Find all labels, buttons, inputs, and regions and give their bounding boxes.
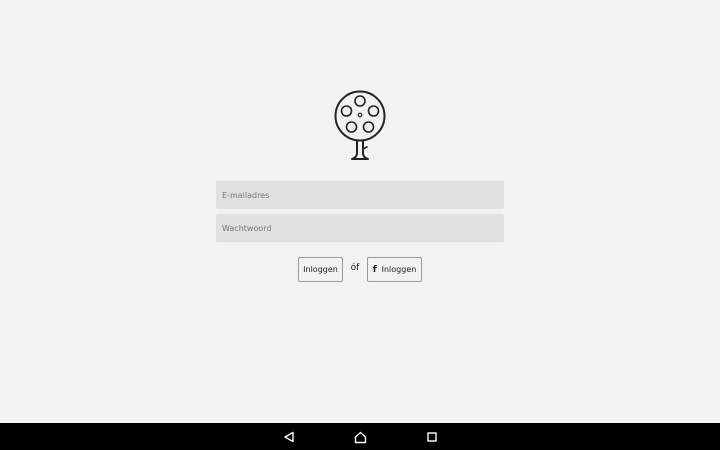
facebook-login-button[interactable]: f Inloggen: [367, 257, 422, 282]
android-navigation-bar: [0, 423, 720, 450]
recent-apps-button[interactable]: [422, 427, 442, 447]
facebook-icon: f: [372, 264, 377, 275]
back-button[interactable]: [279, 427, 299, 447]
back-triangle-icon: [284, 431, 294, 443]
facebook-login-label: Inloggen: [381, 265, 417, 274]
login-screen: Inloggen óf f Inloggen: [0, 0, 720, 423]
film-reel-tree-icon: [334, 90, 386, 160]
login-button-label: Inloggen: [303, 265, 338, 274]
email-input[interactable]: [216, 181, 504, 209]
home-icon: [354, 431, 366, 443]
home-button[interactable]: [350, 427, 370, 447]
recent-apps-icon: [427, 432, 437, 442]
login-button[interactable]: Inloggen: [298, 257, 343, 282]
or-separator: óf: [350, 263, 360, 273]
password-input[interactable]: [216, 214, 504, 242]
